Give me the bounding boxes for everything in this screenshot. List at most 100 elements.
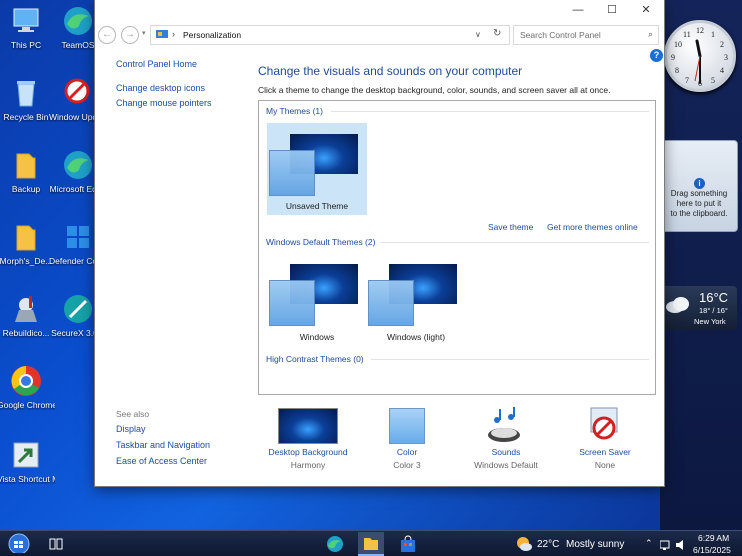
clock-gadget: 12 1 2 3 4 5 6 7 8 9 10 11 (664, 20, 736, 92)
see-also-header: See also (116, 409, 150, 419)
cloud-icon (666, 297, 689, 313)
desktop-icon-this-pc[interactable]: This PC (0, 4, 55, 50)
chrome-icon (9, 364, 43, 398)
refresh-icon[interactable]: ↻ (493, 28, 501, 39)
theme-windows-light[interactable]: Windows (light) (366, 253, 466, 345)
sounds-icon (488, 407, 520, 442)
divider (331, 111, 649, 112)
taskbar-navigation-link[interactable]: Taskbar and Navigation (116, 440, 210, 450)
default-themes-header: Windows Default Themes (2) (266, 237, 376, 247)
see-also-section: See also Display Taskbar and Navigation … (116, 409, 210, 466)
screen-saver-link[interactable]: Screen Saver (555, 447, 655, 457)
left-navigation: Control Panel Home Change desktop icons … (116, 59, 212, 108)
clipboard-line-3: to the clipboard. (670, 209, 728, 218)
sounds-link[interactable]: Sounds (456, 447, 556, 457)
tray-overflow-chevron-icon[interactable]: ⌃ (645, 538, 653, 549)
search-input[interactable]: Search Control Panel ⌕ (513, 25, 659, 45)
address-dropdown-icon[interactable]: ∨ (475, 30, 481, 39)
clipboard-gadget[interactable]: i Drag something here to put it to the c… (660, 140, 738, 232)
close-button[interactable]: ✕ (630, 0, 662, 20)
rebuild-icon (9, 292, 43, 326)
clipboard-line-2: here to put it (676, 199, 722, 208)
task-view-icon[interactable] (48, 534, 64, 554)
securex-icon (61, 292, 95, 326)
network-icon[interactable] (660, 539, 672, 551)
change-mouse-pointers-link[interactable]: Change mouse pointers (116, 98, 212, 108)
taskbar-weather-desc[interactable]: Mostly sunny (566, 539, 624, 550)
page-description: Click a theme to change the desktop back… (258, 85, 611, 95)
theme-name: Windows (299, 332, 335, 342)
screen-saver-value: None (594, 460, 616, 470)
taskbar-weather-temp[interactable]: 22°C (537, 539, 559, 550)
address-location[interactable]: Personalization (183, 30, 241, 40)
desktop-icon-recycle-bin[interactable]: Recycle Bin (0, 76, 55, 122)
path-separator: › (172, 29, 175, 39)
desktop-icon-vista-shortcut-manager[interactable]: Vista Shortcut Manager (0, 438, 55, 484)
address-bar: ← → ▾ › Personalization ∨ ↻ Search Contr… (95, 24, 664, 46)
color-setting[interactable]: Color Color 3 (357, 405, 457, 470)
taskbar-date[interactable]: 6/15/2025 (693, 545, 731, 555)
theme-color-swatch (269, 280, 315, 326)
theme-color-swatch (269, 150, 315, 196)
defender-icon (61, 220, 95, 254)
display-link[interactable]: Display (116, 424, 210, 434)
folder-icon (9, 148, 43, 182)
desktop-background-setting[interactable]: Desktop Background Harmony (258, 405, 358, 470)
screen-saver-icon (590, 407, 618, 440)
desktop-background-thumbnail (278, 408, 338, 444)
sounds-value: Windows Default (474, 460, 538, 470)
divider (381, 242, 649, 243)
taskbar-time[interactable]: 6:29 AM (698, 533, 729, 543)
weather-city: New York (694, 317, 726, 326)
get-more-themes-link[interactable]: Get more themes online (547, 222, 638, 232)
color-swatch-icon (389, 408, 425, 444)
search-placeholder: Search Control Panel (520, 30, 601, 40)
sounds-setting[interactable]: Sounds Windows Default (456, 405, 556, 470)
screen-saver-setting[interactable]: Screen Saver None (555, 405, 655, 470)
desktop-icon-backup[interactable]: Backup (0, 148, 55, 194)
desktop-icon-google-chrome[interactable]: Google Chrome (0, 364, 55, 410)
change-desktop-icons-link[interactable]: Change desktop icons (116, 83, 212, 93)
weather-gadget[interactable]: 16°C 18° / 16° New York (661, 286, 737, 330)
search-icon[interactable]: ⌕ (648, 29, 653, 40)
high-contrast-header: High Contrast Themes (0) (266, 354, 364, 364)
recent-pages-chevron-icon[interactable]: ▾ (142, 29, 146, 37)
taskbar: 22°C Mostly sunny ⌃ 6:29 AM 6/15/2025 (0, 530, 742, 556)
desktop-icon-morphs[interactable]: Morph's_De... (0, 220, 55, 266)
maximize-button[interactable]: ☐ (596, 0, 628, 20)
minimize-button[interactable]: — (562, 0, 594, 20)
edge-icon (61, 148, 95, 182)
desktop-background-link[interactable]: Desktop Background (258, 447, 358, 457)
theme-name: Windows (light) (386, 332, 446, 342)
my-themes-header: My Themes (1) (266, 106, 323, 116)
file-explorer-taskbar-icon[interactable] (358, 532, 384, 556)
theme-windows[interactable]: Windows (267, 253, 367, 345)
color-link[interactable]: Color (357, 447, 457, 457)
store-taskbar-icon[interactable] (398, 534, 418, 554)
control-panel-home-link[interactable]: Control Panel Home (116, 59, 212, 69)
theme-list: My Themes (1) Unsaved Theme Save theme G… (258, 100, 656, 395)
folder-icon (9, 220, 43, 254)
desktop-icon-rebuildicons[interactable]: Rebuildico... (0, 292, 55, 338)
info-icon: i (694, 178, 705, 189)
back-button[interactable]: ← (98, 26, 116, 44)
help-button[interactable]: ? (650, 49, 663, 62)
theme-unsaved[interactable]: Unsaved Theme (267, 123, 367, 215)
weather-temp: 16°C (699, 290, 729, 305)
save-theme-link[interactable]: Save theme (488, 222, 533, 232)
color-value: Color 3 (393, 460, 421, 470)
start-button[interactable] (6, 533, 32, 553)
address-field[interactable]: › Personalization ∨ ↻ (150, 25, 510, 45)
edge-icon (61, 4, 95, 38)
theme-name: Unsaved Theme (285, 201, 349, 211)
forward-button[interactable]: → (121, 26, 139, 44)
divider (371, 359, 649, 360)
ease-of-access-link[interactable]: Ease of Access Center (116, 456, 210, 466)
volume-icon[interactable] (675, 539, 687, 551)
control-panel-icon (156, 30, 168, 38)
weather-sun-icon[interactable] (515, 535, 533, 555)
edge-taskbar-icon[interactable] (325, 534, 345, 554)
title-bar: — ☐ ✕ (95, 0, 664, 20)
weather-range: 18° / 16° (699, 306, 728, 315)
shortcut-manager-icon (9, 438, 43, 472)
